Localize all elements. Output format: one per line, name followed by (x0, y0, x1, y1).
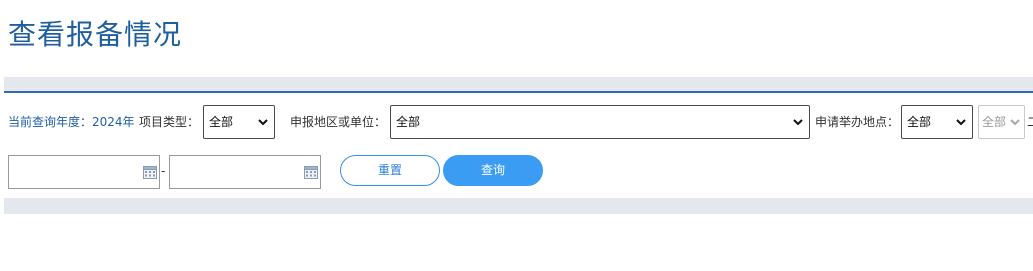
region-select[interactable]: 全部 (390, 105, 810, 139)
venue-select[interactable]: 全部 (901, 105, 973, 139)
chevron-down-icon (793, 119, 803, 126)
sub-venue-select[interactable]: 全部 (978, 105, 1025, 139)
project-type-select[interactable]: 全部 (203, 105, 275, 139)
reset-button[interactable]: 重置 (340, 155, 440, 186)
calendar-icon[interactable] (304, 165, 318, 179)
footer-band (4, 198, 1033, 214)
sub-venue-value: 全部 (982, 115, 1007, 129)
chevron-down-icon (258, 119, 268, 126)
query-year-label: 当前查询年度：2024年 (8, 115, 135, 129)
date-range-separator: - (161, 164, 166, 178)
header-band (4, 77, 1033, 91)
start-date-input[interactable] (8, 155, 160, 189)
chevron-down-icon (1010, 119, 1020, 126)
query-button[interactable]: 查询 (443, 155, 543, 186)
project-type-value: 全部 (209, 115, 234, 129)
page-title: 查看报备情况 (8, 18, 183, 51)
venue-label: 申请举办地点： (815, 115, 900, 129)
trailing-label: 二 (1027, 114, 1033, 130)
chevron-down-icon (956, 119, 966, 126)
region-value: 全部 (396, 115, 421, 129)
region-label: 申报地区或单位： (290, 115, 387, 129)
venue-value: 全部 (907, 115, 932, 129)
header-divider (4, 91, 1033, 93)
calendar-icon[interactable] (143, 165, 157, 179)
project-type-label: 项目类型： (139, 115, 200, 129)
end-date-input[interactable] (169, 155, 321, 189)
